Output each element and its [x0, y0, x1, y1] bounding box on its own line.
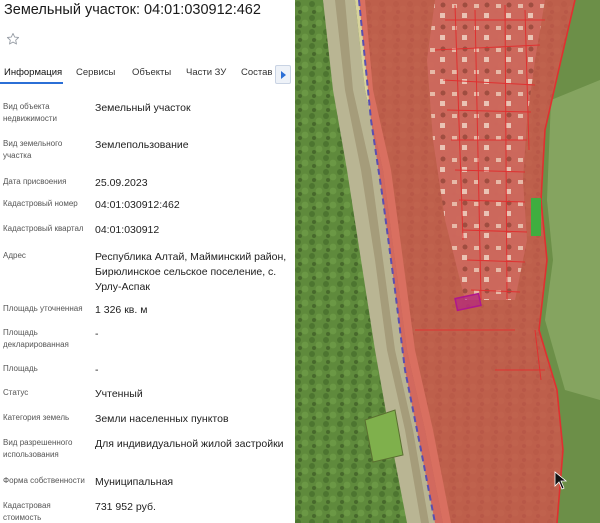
field-value: Землепользование — [95, 139, 189, 151]
field-label: Площадь декларированная — [3, 328, 69, 349]
field-value: - — [95, 328, 99, 340]
field-label: Дата присвоения — [3, 177, 67, 186]
tab-parts[interactable]: Части ЗУ — [186, 67, 226, 78]
tab-bar: Информация Сервисы Объекты Части ЗУ Сост… — [0, 63, 295, 85]
star-icon[interactable] — [6, 32, 20, 46]
field-label: Статус — [3, 388, 29, 397]
tab-information[interactable]: Информация — [4, 67, 62, 78]
field-value: 04:01:030912:462 — [95, 199, 180, 211]
active-tab-indicator — [0, 82, 63, 84]
field-label: Адрес — [3, 251, 26, 260]
field-label: Кадастровая стоимость — [3, 501, 51, 522]
tabs-scroll-button[interactable] — [275, 65, 291, 84]
map-view[interactable] — [295, 0, 600, 523]
field-value: - — [95, 364, 99, 376]
tab-composition[interactable]: Состав — [241, 67, 272, 78]
chevron-right-icon — [280, 70, 286, 79]
field-label: Вид земельного участка — [3, 139, 63, 160]
green-plot — [531, 198, 541, 236]
info-panel: Земельный участок: 04:01:030912:462 Инфо… — [0, 0, 295, 523]
field-value: Земли населенных пунктов — [95, 413, 229, 425]
page-title: Земельный участок: 04:01:030912:462 — [4, 2, 261, 18]
field-label: Категория земель — [3, 413, 70, 422]
field-value: Для индивидуальной жилой застройки — [95, 438, 284, 450]
tab-services[interactable]: Сервисы — [76, 67, 115, 78]
field-label: Вид объекта недвижимости — [3, 102, 57, 123]
field-value: 731 952 руб. — [95, 501, 156, 513]
tab-objects[interactable]: Объекты — [132, 67, 171, 78]
field-label: Вид разрешенного использования — [3, 438, 73, 459]
field-label: Кадастровый квартал — [3, 224, 84, 233]
field-label: Площадь уточненная — [3, 304, 83, 313]
field-value: Республика Алтай, Майминский район, Бирю… — [95, 251, 287, 293]
field-label: Кадастровый номер — [3, 199, 78, 208]
field-label: Форма собственности — [3, 476, 85, 485]
field-value: Муниципальная — [95, 476, 174, 488]
field-value: 1 326 кв. м — [95, 304, 148, 316]
field-value: Учтенный — [95, 388, 143, 400]
field-value: 25.09.2023 — [95, 177, 148, 189]
satellite-map[interactable] — [295, 0, 600, 523]
field-value: 04:01:030912 — [95, 224, 160, 236]
field-value: Земельный участок — [95, 102, 191, 114]
field-label: Площадь — [3, 364, 38, 373]
